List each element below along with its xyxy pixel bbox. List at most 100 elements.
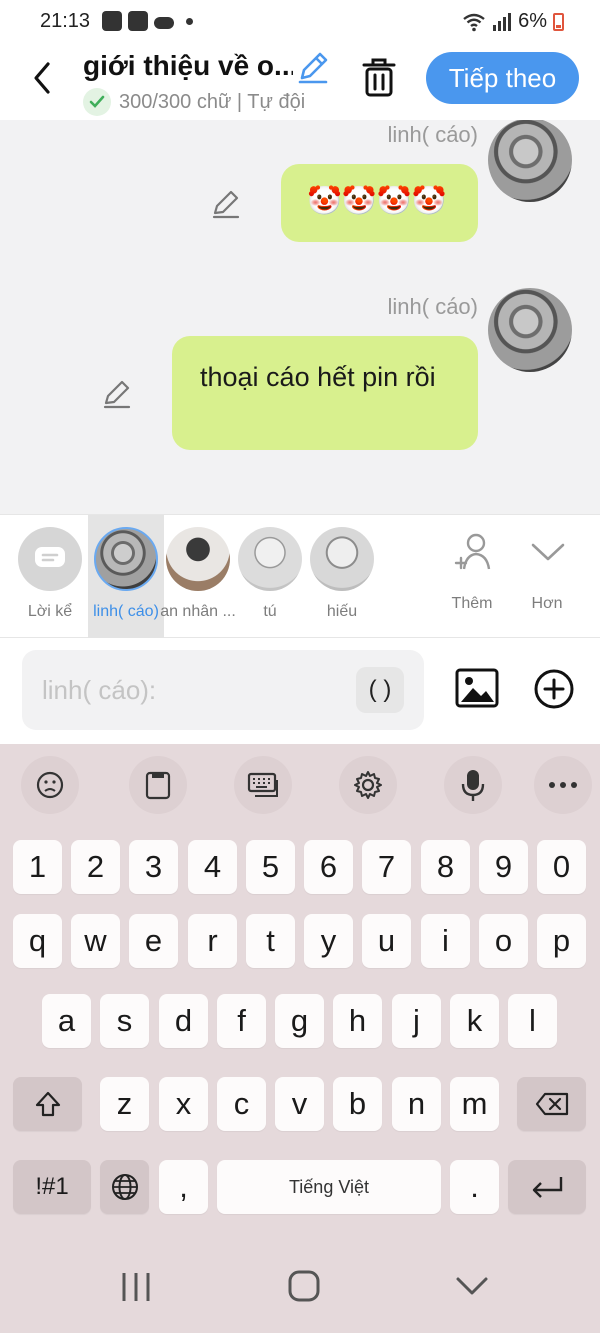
key-n[interactable]: n: [392, 1077, 441, 1131]
next-button[interactable]: Tiếp theo: [426, 52, 579, 104]
character-avatar: [238, 527, 302, 591]
character-an-nhan[interactable]: an nhân ...: [160, 515, 236, 639]
character-hieu[interactable]: hiếu: [304, 515, 380, 639]
key-x[interactable]: x: [159, 1077, 208, 1131]
youtube-icon: [102, 11, 122, 31]
compose-bar: ( ): [0, 638, 600, 744]
home-icon[interactable]: [284, 1269, 324, 1305]
sender-avatar[interactable]: [488, 120, 572, 202]
key-w[interactable]: w: [71, 914, 120, 968]
keyboard-icon: [247, 772, 278, 797]
wifi-icon: [463, 13, 485, 31]
microphone-icon: [461, 770, 485, 801]
character-avatar: [310, 527, 374, 591]
chevron-down-icon: [531, 543, 565, 561]
emoji-button[interactable]: [21, 756, 79, 814]
back-arrow-icon[interactable]: [28, 58, 58, 98]
period-key[interactable]: .: [450, 1160, 499, 1214]
clipboard-button[interactable]: [129, 756, 187, 814]
settings-button[interactable]: [339, 756, 397, 814]
backspace-key[interactable]: [517, 1077, 586, 1131]
key-r[interactable]: r: [188, 914, 237, 968]
key-a[interactable]: a: [42, 994, 91, 1048]
symbols-key[interactable]: !#1: [13, 1160, 91, 1214]
key-7[interactable]: 7: [362, 840, 411, 894]
key-3[interactable]: 3: [129, 840, 178, 894]
key-4[interactable]: 4: [188, 840, 237, 894]
keyboard-toolbar: [0, 756, 600, 814]
shift-key[interactable]: [13, 1077, 82, 1131]
status-right: 6%: [462, 10, 564, 33]
key-g[interactable]: g: [275, 994, 324, 1048]
header: giới thiệu về o... 300/300 chữ | Tự đội …: [0, 42, 600, 120]
parenthesis-button[interactable]: ( ): [356, 667, 404, 713]
key-t[interactable]: t: [246, 914, 295, 968]
language-key[interactable]: [100, 1160, 149, 1214]
sender-avatar[interactable]: [488, 288, 572, 372]
character-selector: Lời kể linh( cáo) an nhân ... tú hiếu Th…: [0, 514, 600, 639]
key-m[interactable]: m: [450, 1077, 499, 1131]
more-label: Hơn: [531, 595, 563, 612]
key-f[interactable]: f: [217, 994, 266, 1048]
key-k[interactable]: k: [450, 994, 499, 1048]
key-h[interactable]: h: [333, 994, 382, 1048]
message-bubble[interactable]: 🤡🤡🤡🤡: [281, 164, 478, 242]
key-p[interactable]: p: [537, 914, 586, 968]
more-button[interactable]: Hơn: [507, 515, 587, 639]
image-icon[interactable]: [455, 666, 499, 710]
character-tu[interactable]: tú: [232, 515, 308, 639]
nav-back-chevron-icon[interactable]: [452, 1269, 492, 1305]
chat-area: linh( cáo) 🤡🤡🤡🤡 linh( cáo) thoại cáo hết…: [0, 120, 600, 514]
word-count-row: 300/300 chữ | Tự đội: [83, 88, 305, 116]
add-character-button[interactable]: Thêm: [432, 515, 512, 639]
edit-message-pencil-icon[interactable]: [210, 188, 242, 220]
key-d[interactable]: d: [159, 994, 208, 1048]
enter-key[interactable]: [508, 1160, 586, 1214]
character-narrator[interactable]: Lời kể: [12, 515, 88, 639]
comma-key[interactable]: ,: [159, 1160, 208, 1214]
key-9[interactable]: 9: [479, 840, 528, 894]
gear-icon: [354, 771, 382, 799]
enter-icon: [532, 1177, 563, 1198]
edit-message-pencil-icon[interactable]: [101, 378, 133, 410]
character-linh[interactable]: linh( cáo): [88, 515, 164, 639]
battery-percent: 6%: [518, 10, 547, 32]
edit-title-pencil-icon[interactable]: [296, 50, 330, 84]
keyboard-mode-button[interactable]: [234, 756, 292, 814]
key-0[interactable]: 0: [537, 840, 586, 894]
message-input-box[interactable]: ( ): [22, 650, 424, 730]
key-y[interactable]: y: [304, 914, 353, 968]
key-c[interactable]: c: [217, 1077, 266, 1131]
key-q[interactable]: q: [13, 914, 62, 968]
trash-icon[interactable]: [360, 56, 398, 98]
shift-icon: [35, 1091, 60, 1117]
key-j[interactable]: j: [392, 994, 441, 1048]
add-person-icon: [454, 533, 491, 570]
key-2[interactable]: 2: [71, 840, 120, 894]
narrator-avatar: [18, 527, 82, 591]
key-b[interactable]: b: [333, 1077, 382, 1131]
key-z[interactable]: z: [100, 1077, 149, 1131]
message-sender: linh( cáo): [387, 122, 478, 147]
key-l[interactable]: l: [508, 994, 557, 1048]
message-input[interactable]: [42, 668, 342, 712]
word-count-text: 300/300 chữ | Tự đội: [119, 90, 306, 113]
notification-icons: [102, 11, 193, 31]
key-i[interactable]: i: [421, 914, 470, 968]
key-1[interactable]: 1: [13, 840, 62, 894]
space-key[interactable]: Tiếng Việt: [217, 1160, 441, 1214]
key-6[interactable]: 6: [304, 840, 353, 894]
key-s[interactable]: s: [100, 994, 149, 1048]
story-title[interactable]: giới thiệu về o...: [83, 50, 293, 82]
recent-apps-icon[interactable]: [116, 1269, 156, 1305]
key-o[interactable]: o: [479, 914, 528, 968]
key-e[interactable]: e: [129, 914, 178, 968]
key-5[interactable]: 5: [246, 840, 295, 894]
key-8[interactable]: 8: [421, 840, 470, 894]
key-v[interactable]: v: [275, 1077, 324, 1131]
key-u[interactable]: u: [362, 914, 411, 968]
plus-circle-icon[interactable]: [533, 668, 575, 710]
voice-input-button[interactable]: [444, 756, 502, 814]
message-bubble[interactable]: thoại cáo hết pin rồi: [172, 336, 478, 450]
more-options-button[interactable]: [534, 756, 592, 814]
